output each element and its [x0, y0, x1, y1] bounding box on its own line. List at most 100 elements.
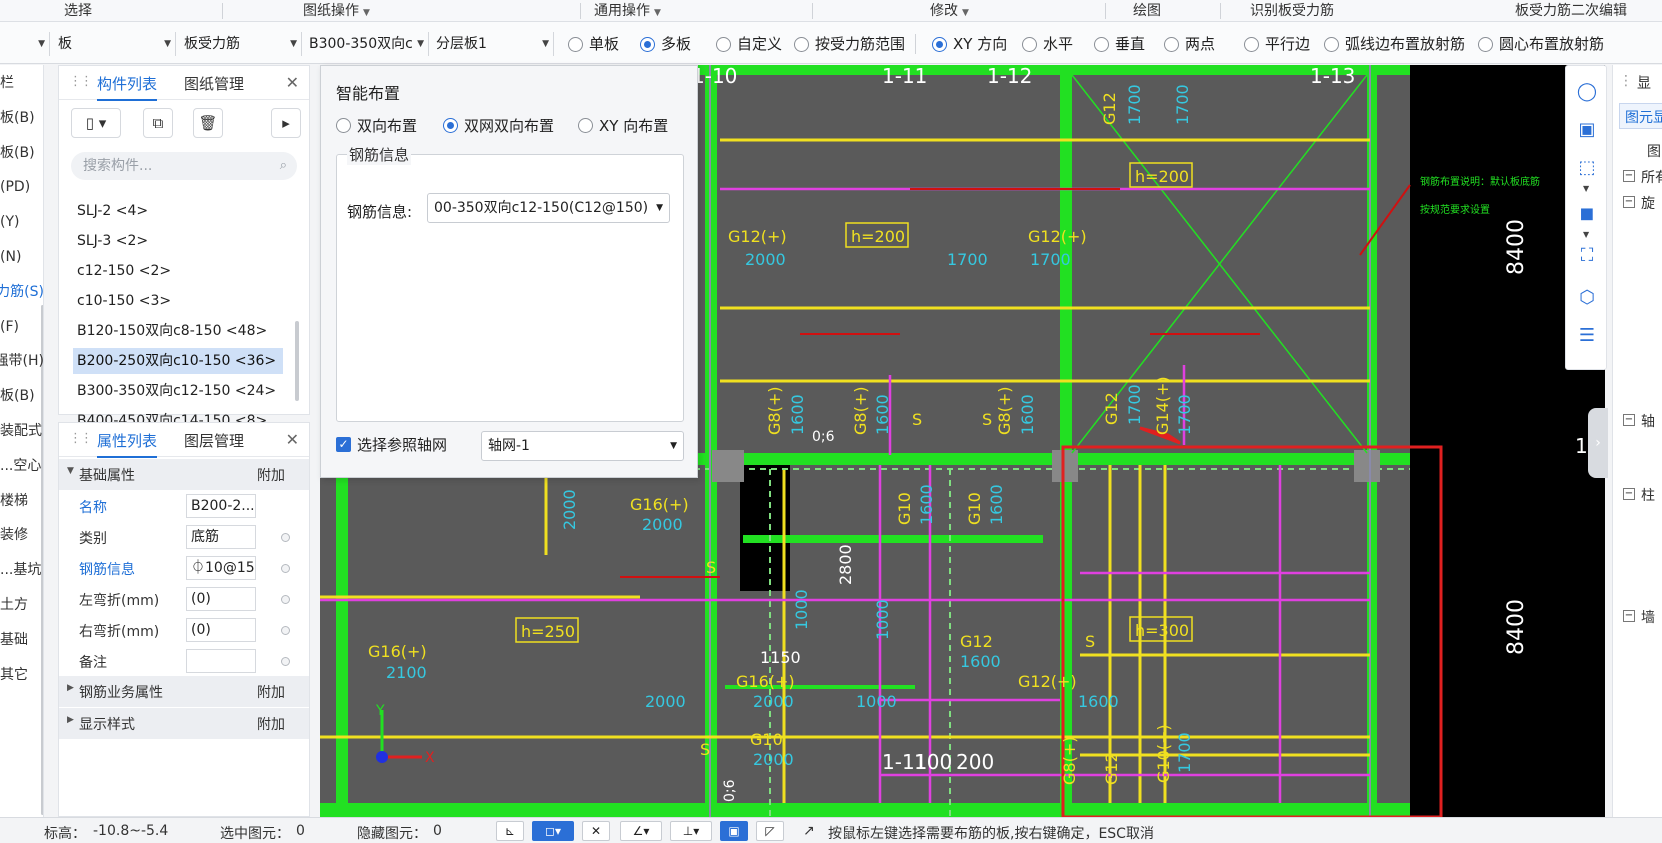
direction-option-4[interactable]: 平行边: [1244, 32, 1310, 56]
list-item[interactable]: c10-150 <3>: [73, 288, 283, 314]
box-select-icon[interactable]: ⬡: [1573, 284, 1601, 312]
axis-grid-select[interactable]: 轴网-1 ▼: [481, 431, 684, 461]
radio-icon[interactable]: [1164, 36, 1179, 52]
property-indicator-icon[interactable]: [281, 564, 290, 573]
reference-axis-checkbox[interactable]: ✓ 选择参照轴网: [336, 434, 447, 455]
tab-drawing-management[interactable]: 图纸管理: [184, 74, 244, 94]
radio-icon[interactable]: [932, 36, 947, 52]
property-value-field[interactable]: B200-2...: [186, 494, 256, 518]
cross-icon[interactable]: ✕: [582, 821, 610, 841]
left-nav-item[interactable]: (N): [0, 245, 43, 269]
property-indicator-icon[interactable]: [281, 533, 290, 542]
direction-option-0[interactable]: XY 方向: [932, 32, 1007, 56]
checkbox-icon[interactable]: ✓: [336, 437, 351, 452]
drag-grip-icon[interactable]: ⋮⋮: [69, 74, 93, 89]
layout-option-2[interactable]: 自定义: [716, 32, 782, 56]
direction-option-3[interactable]: 两点: [1164, 32, 1215, 56]
property-value-field[interactable]: (0): [186, 587, 256, 611]
search-input[interactable]: 搜索构件... ⌕: [71, 152, 297, 180]
expand-icon[interactable]: ▸: [271, 108, 301, 138]
left-nav-item[interactable]: 基础: [0, 628, 43, 652]
ribbon-group-0[interactable]: 选择: [64, 1, 92, 21]
tree-toggle-icon[interactable]: −: [1623, 196, 1635, 208]
tree-toggle-icon[interactable]: −: [1623, 414, 1635, 426]
property-group-rebar[interactable]: ▶ 钢筋业务属性 附加: [59, 676, 309, 707]
radio-icon[interactable]: [1324, 36, 1339, 52]
property-value-field[interactable]: [186, 649, 256, 673]
element-type-dropdown[interactable]: 板 ▼: [54, 32, 176, 56]
radio-icon[interactable]: [1478, 36, 1493, 52]
radio-icon[interactable]: [1022, 36, 1037, 52]
list-item[interactable]: SLJ-3 <2>: [73, 228, 283, 254]
close-icon[interactable]: ✕: [286, 430, 299, 449]
left-nav-item[interactable]: 基坑...: [0, 558, 43, 582]
layout-mode-2[interactable]: XY 向布置: [578, 114, 668, 136]
list-item[interactable]: B200-250双向c10-150 <36>: [73, 348, 283, 374]
tree-item[interactable]: 柱: [1641, 485, 1655, 505]
ribbon-group-1[interactable]: 图纸操作 ▼: [303, 1, 370, 21]
layout-option-0[interactable]: 单板: [568, 32, 619, 56]
new-component-button[interactable]: ▯ ▾: [71, 108, 121, 138]
tree-toggle-icon[interactable]: −: [1623, 170, 1635, 182]
view-3d-icon[interactable]: ▣: [1573, 116, 1601, 144]
ribbon-group-2[interactable]: 通用操作 ▼: [594, 1, 661, 21]
left-nav-item[interactable]: 板(B): [0, 384, 43, 408]
move-icon[interactable]: ⊥▾: [670, 821, 712, 841]
angle-icon[interactable]: ∠▾: [620, 821, 662, 841]
ribbon-group-6[interactable]: 板受力筋二次编辑: [1515, 1, 1627, 21]
left-nav-item[interactable]: 受力筋(S): [0, 280, 43, 304]
tree-item[interactable]: 所有: [1641, 167, 1662, 187]
radio-icon[interactable]: [1094, 36, 1109, 52]
tree-item[interactable]: 旋: [1641, 193, 1655, 213]
layout-mode-0[interactable]: 双向布置: [336, 114, 417, 136]
draw-icon[interactable]: ◸: [756, 821, 784, 841]
property-value-field[interactable]: 底筋: [186, 525, 256, 549]
layer-dropdown[interactable]: 分层板1 ▼: [432, 32, 554, 56]
layout-option-3[interactable]: 按受力筋范围: [794, 32, 905, 56]
tab-component-list[interactable]: 构件列表: [97, 74, 158, 101]
property-indicator-icon[interactable]: [281, 657, 290, 666]
property-indicator-icon[interactable]: [281, 626, 290, 635]
tree-toggle-icon[interactable]: −: [1623, 488, 1635, 500]
cube-filled-icon[interactable]: ◼: [1573, 200, 1601, 228]
collapse-panel-button[interactable]: ›: [1588, 408, 1608, 478]
rebar-info-select[interactable]: 00-350双向c12-150(C12@150) ▼: [427, 193, 670, 223]
cube-icon[interactable]: ⬚: [1573, 154, 1601, 182]
floor-dropdown[interactable]: ▼: [0, 32, 50, 56]
tree-item[interactable]: 轴: [1641, 411, 1655, 431]
tab-element-display[interactable]: 图元显: [1625, 107, 1662, 127]
tree-toggle-icon[interactable]: −: [1623, 610, 1635, 622]
fullscreen-icon[interactable]: ⛶: [1573, 242, 1601, 270]
left-nav-item[interactable]: 板(B): [0, 106, 43, 130]
orthogonal-icon[interactable]: ⊾: [496, 821, 524, 841]
radio-icon[interactable]: [568, 36, 583, 52]
layout-mode-1[interactable]: 双网双向布置: [443, 114, 554, 136]
copy-icon[interactable]: ⧉: [143, 108, 173, 138]
left-nav-item[interactable]: 加强带(H): [0, 349, 43, 373]
list-item[interactable]: c12-150 <2>: [73, 258, 283, 284]
radio-icon[interactable]: [336, 117, 351, 133]
ribbon-group-4[interactable]: 绘图: [1133, 1, 1161, 21]
property-value-field[interactable]: ⏀10@150: [186, 556, 256, 580]
left-nav-item[interactable]: (Y): [0, 210, 43, 234]
chevron-down-icon[interactable]: ▼: [1583, 184, 1589, 193]
left-nav-item[interactable]: (F): [0, 315, 43, 339]
left-nav-item[interactable]: 栏: [0, 71, 43, 95]
snap-icon[interactable]: ◻▾: [532, 821, 574, 841]
drag-grip-icon[interactable]: ⋮⋮: [69, 431, 93, 446]
left-nav-item[interactable]: 空心...: [0, 454, 43, 478]
close-icon[interactable]: ✕: [286, 73, 299, 92]
globe-icon[interactable]: ◯: [1573, 78, 1601, 106]
left-nav-item[interactable]: 装配式: [0, 419, 43, 443]
ribbon-group-3[interactable]: 修改 ▼: [930, 1, 969, 21]
direction-option-1[interactable]: 水平: [1022, 32, 1073, 56]
property-group-basic[interactable]: ▼ 基础属性 附加: [59, 459, 309, 490]
radio-icon[interactable]: [716, 36, 731, 52]
dynamic-input-icon[interactable]: ▣: [720, 821, 748, 841]
left-nav-item[interactable]: 楼梯: [0, 489, 43, 513]
tree-item[interactable]: 墙: [1641, 607, 1655, 627]
list-item[interactable]: B120-150双向c8-150 <48>: [73, 318, 283, 344]
list-eye-icon[interactable]: ☰: [1573, 322, 1601, 350]
radio-icon[interactable]: [794, 36, 809, 52]
component-list-scrollbar[interactable]: [295, 321, 299, 401]
